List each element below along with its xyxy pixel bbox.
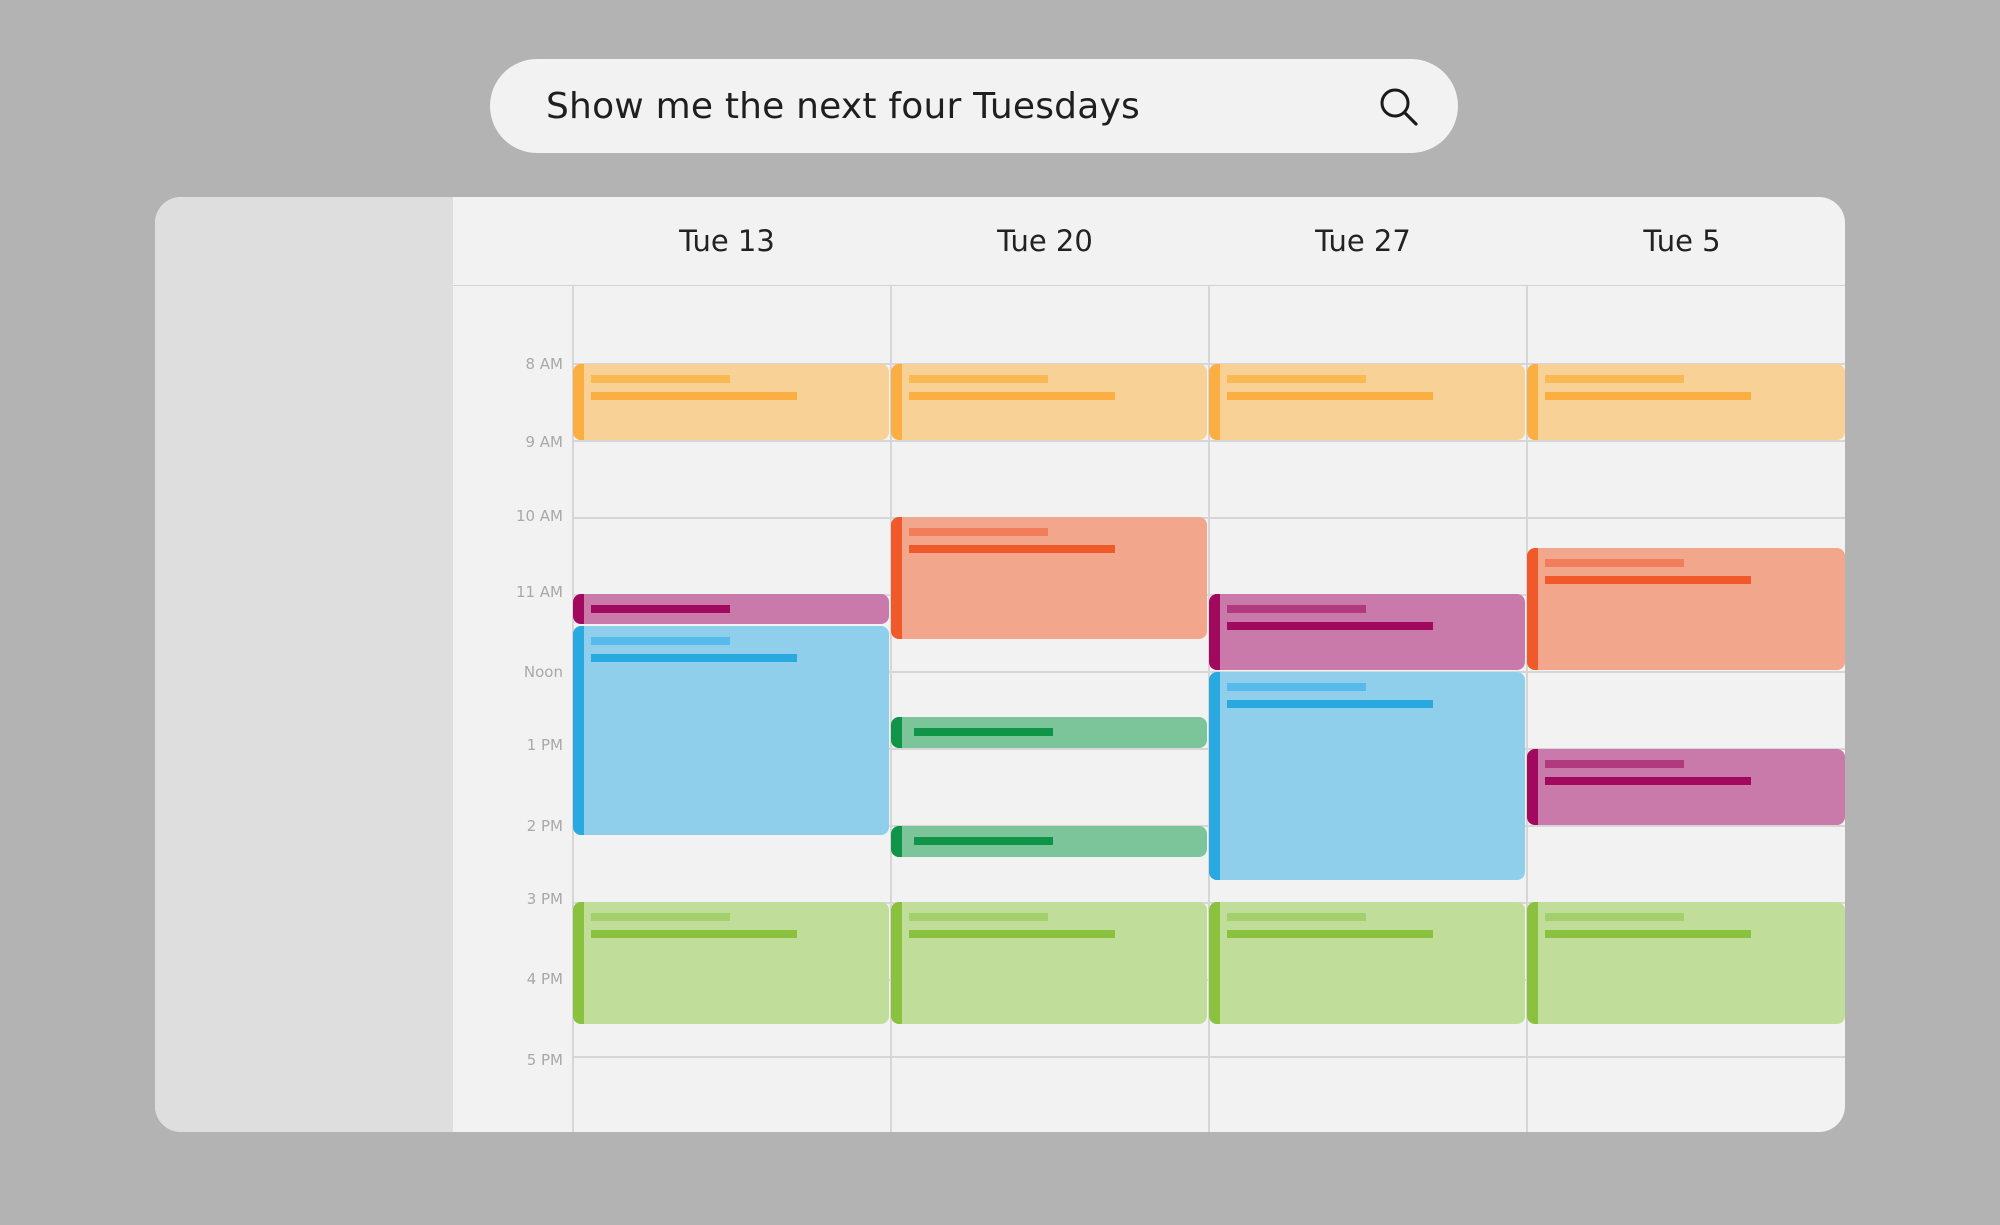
event-color-bar [1527,548,1538,670]
time-label: 8 AM [525,355,563,373]
event-block[interactable] [573,902,889,1024]
event-detail-placeholder [591,392,797,400]
calendar-panel: Tue 13 Tue 20 Tue 27 Tue 5 8 AM 9 AM 10 … [155,197,1845,1132]
calendar-grid: Tue 13 Tue 20 Tue 27 Tue 5 8 AM 9 AM 10 … [155,197,1845,1132]
event-color-bar [1209,594,1220,670]
event-color-bar [891,717,902,748]
hour-line [572,517,1845,519]
event-color-bar [1209,902,1220,1024]
event-block[interactable] [1527,364,1845,440]
event-title-placeholder [1545,913,1684,921]
event-detail-placeholder [914,728,1053,736]
event-color-bar [891,364,902,440]
event-detail-placeholder [1545,777,1751,785]
event-block[interactable] [1527,749,1845,825]
event-title-placeholder [909,375,1048,383]
event-detail-placeholder [909,930,1115,938]
event-block[interactable] [891,902,1207,1024]
event-title-placeholder [909,913,1048,921]
event-block[interactable] [573,594,889,624]
event-title-placeholder [1545,559,1684,567]
event-title-placeholder [1545,375,1684,383]
event-color-bar [891,517,902,639]
event-detail-placeholder [591,654,797,662]
event-detail-placeholder [1227,622,1433,630]
event-color-bar [1209,364,1220,440]
day-header[interactable]: Tue 27 [1204,197,1522,285]
day-header[interactable]: Tue 5 [1523,197,1841,285]
event-block[interactable] [1209,672,1525,880]
event-title-placeholder [1545,760,1684,768]
time-label: Noon [523,663,563,681]
time-label: 9 AM [525,433,563,451]
event-color-bar [1527,902,1538,1024]
hour-line [572,440,1845,442]
time-label: 4 PM [526,970,563,988]
event-block[interactable] [891,826,1207,857]
event-block[interactable] [573,364,889,440]
event-title-placeholder [1227,913,1366,921]
event-detail-placeholder [1227,930,1433,938]
event-detail-placeholder [909,392,1115,400]
time-label: 1 PM [526,736,563,754]
time-label: 10 AM [515,507,563,525]
time-label: 2 PM [526,817,563,835]
event-detail-placeholder [1227,700,1433,708]
event-block[interactable] [891,517,1207,639]
event-detail-placeholder [909,545,1115,553]
event-block[interactable] [573,626,889,835]
event-color-bar [573,626,584,835]
day-header[interactable]: Tue 20 [886,197,1204,285]
event-detail-placeholder [914,837,1053,845]
day-header[interactable]: Tue 13 [568,197,886,285]
hour-line [572,1056,1845,1058]
time-label: 11 AM [515,583,563,601]
event-detail-placeholder [1545,930,1751,938]
time-label: 3 PM [526,890,563,908]
event-block[interactable] [891,364,1207,440]
search-input[interactable] [546,59,1326,153]
event-detail-placeholder [1545,392,1751,400]
event-block[interactable] [1527,548,1845,670]
event-title-placeholder [1227,683,1366,691]
event-detail-placeholder [1227,392,1433,400]
event-color-bar [573,902,584,1024]
event-detail-placeholder [591,605,730,613]
day-header-row: Tue 13 Tue 20 Tue 27 Tue 5 [453,197,1845,286]
event-block[interactable] [1527,902,1845,1024]
event-color-bar [1209,672,1220,880]
time-label: 5 PM [526,1051,563,1069]
event-detail-placeholder [1545,576,1751,584]
event-title-placeholder [1227,375,1366,383]
event-block[interactable] [1209,594,1525,670]
event-detail-placeholder [591,930,797,938]
event-block[interactable] [891,717,1207,748]
event-title-placeholder [591,375,730,383]
event-color-bar [1527,749,1538,825]
event-title-placeholder [591,637,730,645]
event-color-bar [891,826,902,857]
event-block[interactable] [1209,902,1525,1024]
event-block[interactable] [1209,364,1525,440]
event-color-bar [573,594,584,624]
event-color-bar [573,364,584,440]
event-title-placeholder [591,913,730,921]
search-icon[interactable] [1376,84,1420,128]
event-color-bar [1527,364,1538,440]
search-bar [490,59,1458,153]
event-color-bar [891,902,902,1024]
event-title-placeholder [1227,605,1366,613]
event-title-placeholder [909,528,1048,536]
